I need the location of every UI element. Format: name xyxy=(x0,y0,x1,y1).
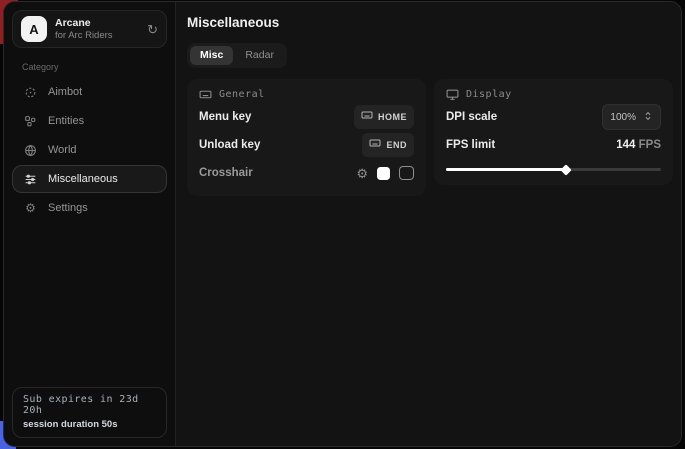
app-window: A Arcane for Arc Riders ↻ Category Aimbo… xyxy=(3,1,682,447)
chevrons-up-down-icon xyxy=(643,108,653,126)
keyboard-icon xyxy=(361,108,373,126)
entities-icon xyxy=(23,115,38,128)
tab-bar: Misc Radar xyxy=(187,43,287,68)
cards-row: General Menu key HOME Unload key xyxy=(187,79,673,196)
globe-icon xyxy=(23,144,38,157)
crosshair-color-swatch[interactable] xyxy=(377,167,390,180)
dpi-scale-value: 100% xyxy=(610,112,636,123)
monitor-icon xyxy=(446,88,459,101)
crosshair-row: Crosshair ⚙ xyxy=(199,161,414,185)
main-content: Miscellaneous Misc Radar General Menu ke… xyxy=(176,2,682,446)
fps-slider-fill xyxy=(446,168,566,171)
category-label: Category xyxy=(22,62,157,72)
menu-key-label: Menu key xyxy=(199,111,251,123)
general-card-header: General xyxy=(199,88,414,101)
sidebar-item-label: Aimbot xyxy=(48,86,82,98)
dpi-scale-row: DPI scale 100% xyxy=(446,105,661,129)
sidebar-item-miscellaneous[interactable]: Miscellaneous xyxy=(12,165,167,193)
fps-slider-thumb[interactable] xyxy=(561,164,572,175)
gear-icon: ⚙ xyxy=(23,201,38,215)
sidebar-item-entities[interactable]: Entities xyxy=(12,107,167,135)
sub-expiry-text: Sub expires in 23d 20h xyxy=(23,394,156,416)
display-card-header: Display xyxy=(446,88,661,101)
profile-text: Arcane for Arc Riders xyxy=(55,17,139,42)
subscription-info-box: Sub expires in 23d 20h session duration … xyxy=(12,387,167,438)
crosshair-enable-checkbox[interactable] xyxy=(399,166,414,180)
fps-limit-label: FPS limit xyxy=(446,139,495,151)
unload-key-row: Unload key END xyxy=(199,133,414,157)
menu-key-value: HOME xyxy=(378,112,407,122)
session-duration-text: session duration 50s xyxy=(23,419,156,430)
general-card: General Menu key HOME Unload key xyxy=(187,79,426,196)
sidebar-item-label: Settings xyxy=(48,202,88,214)
page-title: Miscellaneous xyxy=(187,15,673,30)
avatar: A xyxy=(21,16,47,42)
sliders-icon xyxy=(23,173,38,186)
general-card-title: General xyxy=(219,89,265,100)
display-card-title: Display xyxy=(466,89,512,100)
display-card: Display DPI scale 100% FPS limit 144 FPS xyxy=(434,79,673,185)
unload-key-value: END xyxy=(386,140,407,150)
app-name: Arcane xyxy=(55,17,139,30)
sidebar-item-label: Miscellaneous xyxy=(48,173,118,185)
fps-unit: FPS xyxy=(635,139,661,151)
unload-keybind-button[interactable]: END xyxy=(362,133,414,157)
fps-limit-slider[interactable] xyxy=(446,164,661,174)
keyboard-icon xyxy=(369,136,381,154)
sync-icon[interactable]: ↻ xyxy=(147,23,158,36)
sidebar-item-label: World xyxy=(48,144,77,156)
crosshair-controls: ⚙ xyxy=(356,166,414,180)
sidebar-item-label: Entities xyxy=(48,115,84,127)
aimbot-icon xyxy=(23,86,38,99)
dpi-scale-select[interactable]: 100% xyxy=(602,104,661,130)
fps-limit-value: 144 FPS xyxy=(616,139,661,151)
crosshair-settings-gear-icon[interactable]: ⚙ xyxy=(356,167,368,180)
dpi-scale-label: DPI scale xyxy=(446,111,497,123)
crosshair-label: Crosshair xyxy=(199,167,253,179)
tab-misc[interactable]: Misc xyxy=(190,46,233,65)
fps-limit-row: FPS limit 144 FPS xyxy=(446,133,661,157)
sidebar: A Arcane for Arc Riders ↻ Category Aimbo… xyxy=(4,2,176,446)
sidebar-item-aimbot[interactable]: Aimbot xyxy=(12,78,167,106)
menu-keybind-button[interactable]: HOME xyxy=(354,105,414,129)
menu-key-row: Menu key HOME xyxy=(199,105,414,129)
app-subtitle: for Arc Riders xyxy=(55,30,139,42)
tab-radar[interactable]: Radar xyxy=(235,46,284,65)
sidebar-item-settings[interactable]: ⚙ Settings xyxy=(12,194,167,222)
unload-key-label: Unload key xyxy=(199,139,260,151)
sidebar-profile-card[interactable]: A Arcane for Arc Riders ↻ xyxy=(12,10,167,48)
keyboard-icon xyxy=(199,88,212,101)
sidebar-item-world[interactable]: World xyxy=(12,136,167,164)
